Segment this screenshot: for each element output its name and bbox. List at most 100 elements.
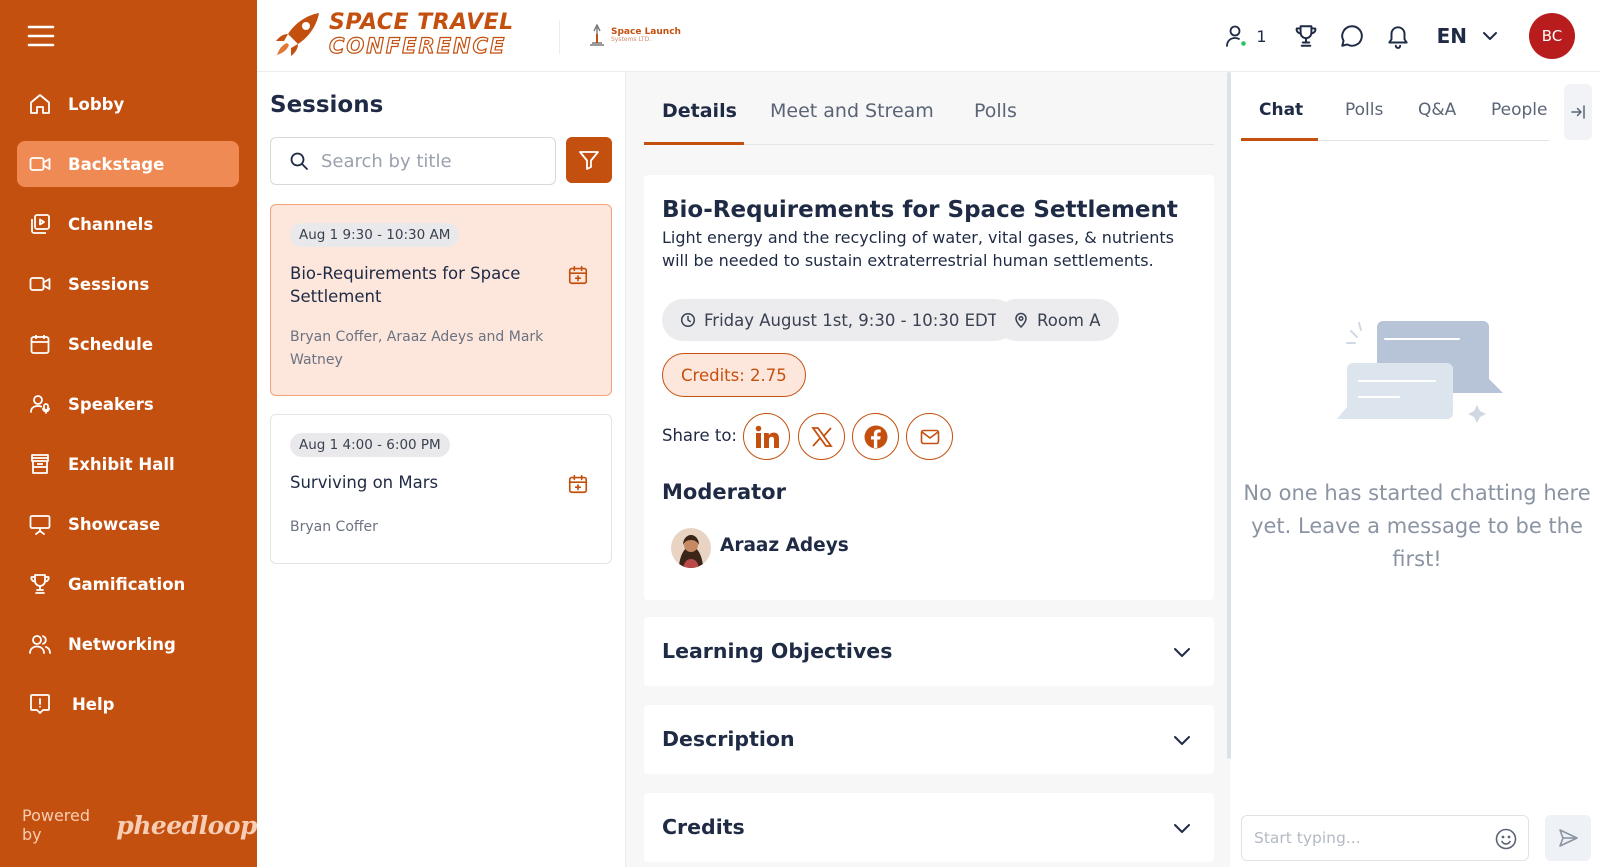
session-room: Room A (1037, 310, 1101, 330)
accordion-learning-objectives[interactable]: Learning Objectives (644, 617, 1214, 686)
moderator-avatar[interactable] (671, 528, 711, 568)
tab-qa[interactable]: Q&A (1418, 100, 1456, 120)
add-to-calendar-icon[interactable] (567, 264, 589, 286)
sponsor-sub: Systems LTD. (611, 35, 652, 43)
trophy-icon[interactable] (1293, 23, 1319, 49)
send-button[interactable] (1545, 815, 1591, 861)
email-icon (919, 426, 941, 448)
booth-icon (28, 452, 52, 476)
sidebar-item-label: Speakers (68, 394, 154, 414)
share-facebook-button[interactable] (852, 413, 899, 460)
tab-people[interactable]: People (1491, 100, 1547, 120)
sessions-panel: Sessions Aug 1 9:30 - 10:30 AM Bio-Requi… (257, 72, 626, 867)
clock-icon (680, 312, 704, 328)
sidebar-item-label: Exhibit Hall (68, 454, 175, 474)
user-avatar[interactable]: BC (1529, 13, 1575, 59)
session-datetime: Friday August 1st, 9:30 - 10:30 EDT (704, 310, 998, 330)
sidebar-item-lobby[interactable]: Lobby (17, 81, 239, 127)
sidebar-item-schedule[interactable]: Schedule (17, 321, 239, 367)
share-email-button[interactable] (906, 413, 953, 460)
chevron-down-icon (1172, 730, 1192, 750)
emoji-icon[interactable] (1494, 827, 1518, 851)
session-time: Aug 1 9:30 - 10:30 AM (290, 223, 460, 247)
linkedin-icon (754, 424, 780, 450)
online-users-icon[interactable] (1224, 23, 1250, 49)
session-detail-description: Light energy and the recycling of water,… (662, 228, 1174, 270)
chat-input-box (1241, 815, 1529, 861)
menu-icon[interactable] (26, 22, 56, 50)
sponsor-logo[interactable]: Space Launch Systems LTD. (587, 24, 681, 46)
chevron-down-icon[interactable] (1481, 27, 1499, 45)
accordion-credits[interactable]: Credits (644, 793, 1214, 862)
sidebar-item-gamification[interactable]: Gamification (17, 561, 239, 607)
tab-chat[interactable]: Chat (1259, 100, 1303, 120)
session-detail-title: Bio-Requirements for Space Settlement (662, 197, 1178, 223)
sidebar-item-label: Schedule (68, 334, 154, 354)
add-to-calendar-icon[interactable] (567, 473, 589, 495)
chat-tabs: Chat Polls Q&A People (1241, 72, 1549, 141)
online-count: 1 (1256, 26, 1267, 46)
conference-title-line2: CONFERENCE (328, 33, 507, 58)
share-label: Share to: (662, 426, 737, 445)
accordion-title: Description (662, 727, 795, 751)
tab-details[interactable]: Details (662, 100, 737, 142)
x-icon (810, 426, 833, 448)
search-input[interactable] (321, 150, 531, 172)
language-selector[interactable]: EN (1437, 24, 1467, 48)
sidebar-item-backstage[interactable]: Backstage (17, 141, 239, 187)
conference-title-line1: SPACE TRAVEL (329, 9, 514, 35)
sessions-heading: Sessions (270, 92, 384, 118)
location-pin-icon (1013, 312, 1037, 328)
moderator-name: Araaz Adeys (720, 535, 849, 556)
sidebar-item-networking[interactable]: Networking (17, 621, 239, 667)
sidebar-item-label: Lobby (68, 94, 125, 114)
help-icon (28, 692, 52, 716)
share-x-button[interactable] (798, 413, 845, 460)
sidebar-item-label: Networking (68, 634, 176, 654)
chat-bubble-icon[interactable] (1339, 23, 1365, 49)
filter-icon (577, 148, 601, 172)
sidebar: Lobby Backstage Channels Sessions Schedu… (0, 0, 257, 867)
sidebar-nav: Lobby Backstage Channels Sessions Schedu… (17, 81, 239, 741)
pheedloop-logo[interactable]: pheedloop (116, 811, 257, 840)
panel-scrollbar[interactable] (1227, 72, 1231, 759)
powered-by: Powered by pheedloop (22, 806, 257, 844)
sidebar-item-sessions[interactable]: Sessions (17, 261, 239, 307)
session-speakers: Bryan Coffer (290, 519, 378, 535)
credits-chip: Credits: 2.75 (662, 353, 806, 397)
session-card[interactable]: Aug 1 4:00 - 6:00 PM Surviving on Mars B… (270, 414, 612, 564)
sidebar-item-channels[interactable]: Channels (17, 201, 239, 247)
home-icon (28, 92, 52, 116)
session-time: Aug 1 4:00 - 6:00 PM (290, 433, 450, 457)
sidebar-item-speakers[interactable]: Speakers (17, 381, 239, 427)
calendar-icon (28, 332, 52, 356)
collapse-panel-button[interactable] (1564, 84, 1592, 140)
tab-meet-and-stream[interactable]: Meet and Stream (770, 100, 934, 142)
accordion-title: Learning Objectives (662, 639, 893, 663)
session-card-selected[interactable]: Aug 1 9:30 - 10:30 AM Bio-Requirements f… (270, 204, 612, 396)
conference-logo[interactable]: SPACE TRAVEL CONFERENCE (273, 9, 514, 59)
filter-button[interactable] (566, 137, 612, 183)
sidebar-item-showcase[interactable]: Showcase (17, 501, 239, 547)
share-linkedin-button[interactable] (743, 413, 790, 460)
session-speakers: Bryan Coffer, Araaz Adeys and Mark Watne… (290, 329, 544, 368)
app-root: Lobby Backstage Channels Sessions Schedu… (0, 0, 1600, 867)
chat-message-input[interactable] (1254, 829, 1484, 847)
sidebar-item-label: Backstage (68, 154, 165, 174)
sidebar-item-help[interactable]: Help (17, 681, 239, 727)
chevron-down-icon (1172, 642, 1192, 662)
tab-polls[interactable]: Polls (974, 100, 1017, 142)
conference-title: SPACE TRAVEL CONFERENCE (328, 9, 514, 58)
datetime-chip: Friday August 1st, 9:30 - 10:30 EDT (662, 299, 1016, 341)
search-box (270, 137, 556, 185)
session-info-card: Bio-Requirements for Space Settlement Li… (644, 175, 1214, 600)
moderator-heading: Moderator (662, 480, 786, 504)
sidebar-item-exhibit-hall[interactable]: Exhibit Hall (17, 441, 239, 487)
sidebar-item-label: Showcase (68, 514, 161, 534)
tab-polls[interactable]: Polls (1345, 100, 1383, 120)
empty-chat-message: No one has started chatting here yet. Le… (1243, 481, 1591, 571)
active-tab-indicator (644, 142, 744, 145)
accordion-title: Credits (662, 815, 745, 839)
bell-icon[interactable] (1385, 23, 1411, 49)
accordion-description[interactable]: Description (644, 705, 1214, 774)
